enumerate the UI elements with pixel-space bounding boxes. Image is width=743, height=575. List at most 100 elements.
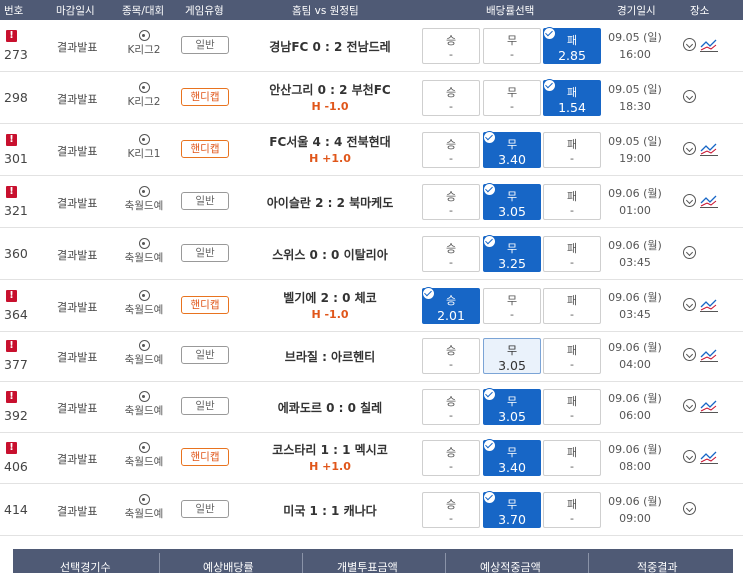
odds-draw-button[interactable]: 무 3.05 [483, 183, 541, 220]
deadline-status: 결과발표 [57, 249, 98, 262]
col-teams: 홈팀 vs 원정팀 [292, 5, 359, 17]
odds-value: 3.05 [498, 358, 526, 373]
odds-draw-button[interactable]: 무 3.05 [483, 388, 541, 425]
odds-draw-button[interactable]: 무- [483, 28, 541, 64]
odds-lose-button[interactable]: 패- [543, 338, 601, 374]
game-type-badge: 핸디캡 [181, 448, 229, 466]
match-teams: 안산그리 0 : 2 부천FC [269, 83, 391, 97]
trend-chart-icon[interactable] [700, 348, 718, 362]
odds-lose-button[interactable]: 패- [543, 184, 601, 220]
table-row[interactable]: ! 273 결과발표 K리그2 일반 경남FC 0 : 2 전남드레 승 - 무 - 패 2.85 09… [0, 21, 743, 72]
game-number: 360 [4, 246, 28, 261]
summary-footer: 선택경기수 예상배당률 개별투표금액 예상적중금액 적중결과 [13, 549, 733, 574]
odds-win-button[interactable]: 승- [422, 28, 480, 64]
odds-win-button[interactable]: 승- [422, 132, 480, 168]
deadline-status: 결과발표 [57, 93, 98, 106]
odds-lose-button[interactable]: 패- [543, 132, 601, 168]
match-time: 03:45 [619, 256, 651, 269]
soccer-ball-icon [138, 82, 150, 93]
odds-draw-button[interactable]: 무- [483, 288, 541, 324]
odds-value: - [570, 256, 574, 269]
table-row[interactable]: ! 406 결과발표 축월드예 핸디캡 코스타리 1 : 1 멕시코 H +1.0 승 - 무 3.… [0, 433, 743, 484]
footer-divider [302, 553, 303, 573]
odds-value: - [510, 308, 514, 321]
table-row[interactable]: ! 364 결과발표 축월드예 핸디캡 벨기에 2 : 0 체코 H -1.0 승 2.01 무 -… [0, 281, 743, 332]
sport-cell: 축월드예 [124, 290, 164, 317]
match-time: 09:00 [619, 512, 651, 525]
odds-win-button[interactable]: 승- [422, 389, 480, 425]
odds-draw-button[interactable]: 무- [483, 80, 541, 116]
table-row[interactable]: 360 결과발표 축월드예 일반 스위스 0 : 0 이탈리아 승 - 무 3.25 패 -09.0… [0, 229, 743, 280]
odds-win-button[interactable]: 승- [422, 338, 480, 374]
odds-lose-button[interactable]: 패 1.54 [543, 79, 601, 116]
odds-draw-button[interactable]: 무 3.40 [483, 131, 541, 168]
odds-win-button[interactable]: 승- [422, 236, 480, 272]
soccer-ball-icon [138, 442, 150, 453]
location-pin-icon[interactable] [683, 90, 696, 103]
odds-lose-button[interactable]: 패- [543, 492, 601, 528]
location-pin-icon[interactable] [683, 348, 696, 361]
trend-chart-icon[interactable] [700, 142, 718, 156]
trend-chart-icon[interactable] [700, 450, 718, 464]
odds-win-button[interactable]: 승- [422, 184, 480, 220]
odds-value: 3.05 [498, 204, 526, 219]
location-pin-icon[interactable] [683, 246, 696, 259]
odds-label: 승 [445, 86, 457, 99]
handicap-value: H -1.0 [311, 308, 349, 321]
location-pin-icon[interactable] [683, 142, 696, 155]
alert-icon: ! [6, 186, 17, 198]
odds-lose-button[interactable]: 패- [543, 288, 601, 324]
odds-draw-button[interactable]: 무 3.05 [483, 338, 541, 374]
trend-chart-icon[interactable] [700, 399, 718, 413]
table-row[interactable]: ! 377 결과발표 축월드예 일반 브라질 : 아르헨티 승 - 무 3.05 패 -09.06 (… [0, 331, 743, 382]
odds-draw-button[interactable]: 무 3.40 [483, 439, 541, 476]
odds-lose-button[interactable]: 패 2.85 [543, 27, 601, 64]
table-row[interactable]: ! 392 결과발표 축월드예 일반 에콰도르 0 : 0 칠레 승 - 무 3.05 패 -09.0… [0, 382, 743, 433]
location-pin-icon[interactable] [683, 194, 696, 207]
odds-value: 3.40 [498, 152, 526, 167]
match-date: 09.06 (월) [608, 187, 662, 200]
odds-draw-button[interactable]: 무 3.25 [483, 235, 541, 272]
location-pin-icon[interactable] [683, 502, 696, 515]
odds-label: 승 [445, 446, 457, 459]
trend-chart-icon[interactable] [700, 194, 718, 208]
match-datetime: 09.06 (월) 03:45 [605, 237, 665, 271]
odds-label: 승 [445, 395, 457, 408]
league-name: 축월드예 [124, 456, 164, 468]
location-pin-icon[interactable] [683, 38, 696, 51]
odds-lose-button[interactable]: 패- [543, 236, 601, 272]
table-row[interactable]: 414 결과발표 축월드예 일반 미국 1 : 1 캐나다 승 - 무 3.70 패 -09.06 … [0, 485, 743, 536]
check-icon [543, 79, 556, 92]
trend-chart-icon[interactable] [700, 38, 718, 52]
table-row[interactable]: ! 321 결과발표 축월드예 일반 아이슬란 2 : 2 북마케도 승 - 무 3.05 패 -09… [0, 177, 743, 228]
odds-draw-button[interactable]: 무 3.70 [483, 491, 541, 528]
odds-win-button[interactable]: 승- [422, 492, 480, 528]
match-datetime: 09.05 (일) 19:00 [605, 133, 665, 167]
game-type-badge: 일반 [181, 397, 229, 415]
league-name: 축월드예 [124, 508, 164, 520]
odds-value: - [449, 256, 453, 269]
odds-lose-button[interactable]: 패- [543, 389, 601, 425]
location-pin-icon[interactable] [683, 298, 696, 311]
deadline-status: 결과발표 [57, 301, 98, 314]
odds-lose-button[interactable]: 패- [543, 440, 601, 476]
odds-win-button[interactable]: 승- [422, 440, 480, 476]
col-match-time: 경기일시 [617, 5, 656, 17]
match-datetime: 09.06 (월) 04:00 [605, 339, 665, 373]
odds-label: 승 [445, 34, 457, 47]
league-name: K리그2 [127, 44, 161, 56]
location-pin-icon[interactable] [683, 399, 696, 412]
check-icon [543, 27, 556, 40]
table-row[interactable]: ! 301 결과발표 K리그1 핸디캡 FC서울 4 : 4 전북현대 H +1.0 승 - 무 3… [0, 125, 743, 176]
location-pin-icon[interactable] [683, 450, 696, 463]
handicap-value: H -1.0 [311, 100, 349, 113]
deadline-status: 결과발표 [57, 145, 98, 158]
odds-value: - [570, 308, 574, 321]
soccer-ball-icon [138, 340, 150, 351]
table-row[interactable]: 298 결과발표 K리그2 핸디캡 안산그리 0 : 2 부천FC H -1.0 승 - 무 - 패… [0, 73, 743, 124]
odds-win-button[interactable]: 승- [422, 80, 480, 116]
soccer-ball-icon [138, 290, 150, 301]
trend-chart-icon[interactable] [700, 298, 718, 312]
odds-win-button[interactable]: 승 2.01 [422, 287, 480, 324]
match-time: 06:00 [619, 409, 651, 422]
